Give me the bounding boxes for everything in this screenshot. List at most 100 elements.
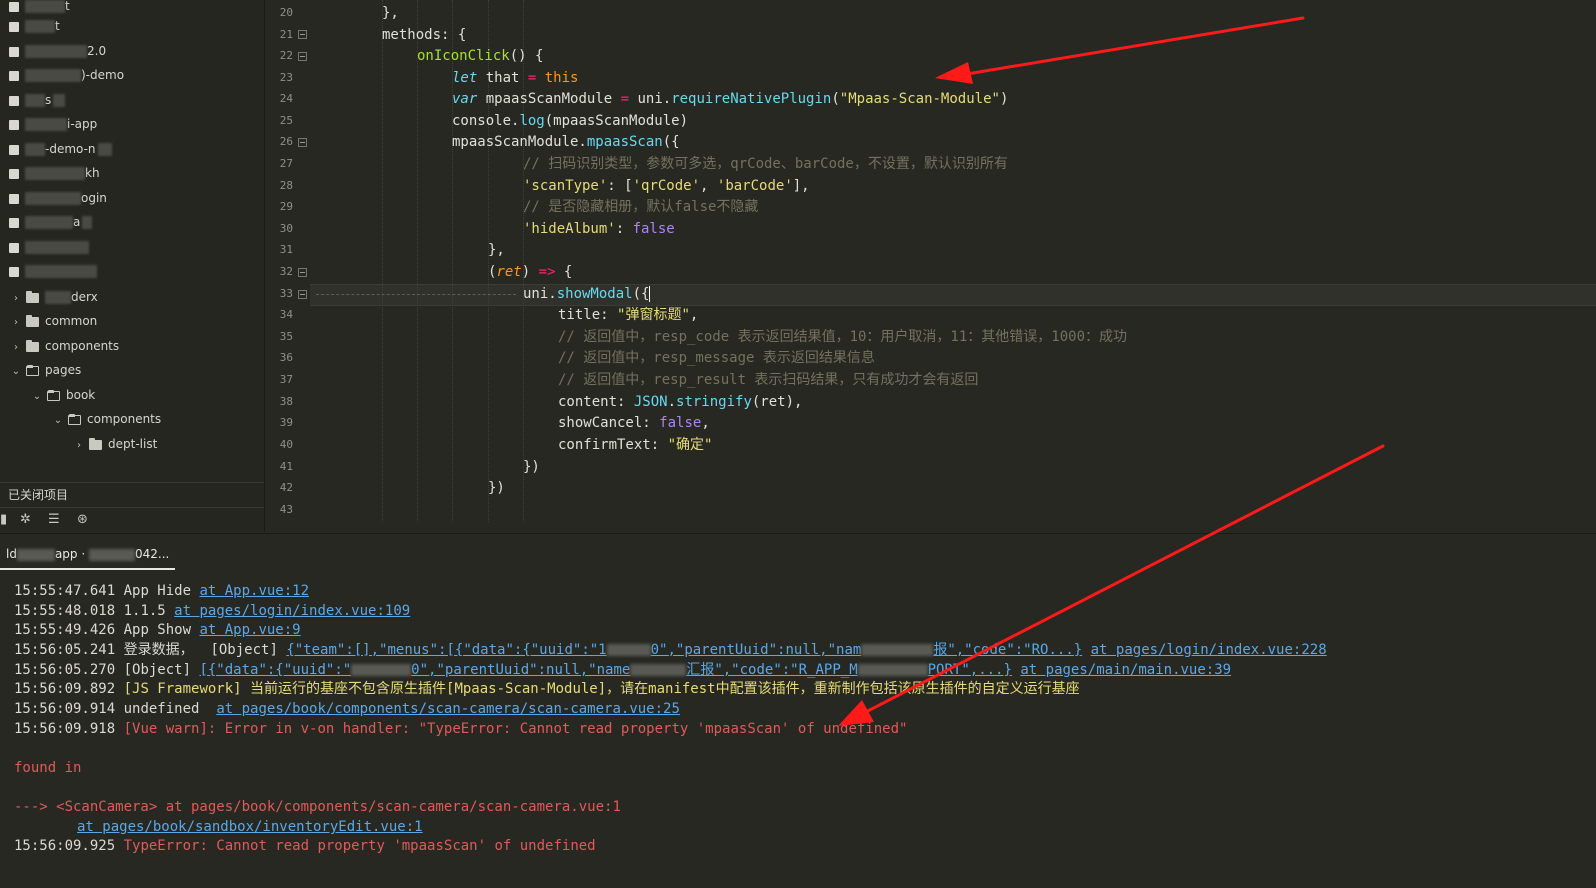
tree-folder-common[interactable]: › common xyxy=(10,311,97,331)
log-source-link[interactable]: at App.vue:12 xyxy=(199,583,309,599)
project-item-label: )-demo xyxy=(81,68,125,82)
log-object-link[interactable]: 汇报","code":"R xyxy=(686,662,807,678)
code-line: mpaasScanModule.mpaasScan({ xyxy=(452,134,680,150)
code-line: onIconClick() { xyxy=(417,48,544,64)
log-line: 15:55:47.641 App Hide at App.vue:12 xyxy=(14,583,310,599)
line-number: 24 xyxy=(279,92,293,105)
log-object-link[interactable]: PORT",...} xyxy=(928,662,1012,678)
log-source-link[interactable]: at App.vue:9 xyxy=(199,622,300,638)
caret-down-icon[interactable]: ⌄ xyxy=(52,411,64,431)
project-item[interactable]: ogin xyxy=(0,188,107,208)
project-item-label: t xyxy=(65,0,70,13)
log-source-link[interactable]: at pages/main/main.vue:39 xyxy=(1020,662,1231,678)
caret-right-icon[interactable]: › xyxy=(73,436,85,456)
console-panel: ld app · 042... 15:55:47.641 App Hide at … xyxy=(0,533,1596,888)
log-line-warning: 15:56:09.892 [JS Framework] 当前运行的基座不包含原生… xyxy=(14,681,1080,697)
project-icon xyxy=(9,193,19,204)
line-number: 37 xyxy=(279,373,293,386)
log-object-link[interactable]: 报","code":"RO...} xyxy=(933,642,1082,658)
code-line: content: JSON.stringify(ret), xyxy=(558,394,803,410)
tree-folder-dept-list[interactable]: › dept-list xyxy=(73,434,157,454)
caret-right-icon[interactable]: › xyxy=(10,338,22,358)
project-item[interactable]: t xyxy=(0,0,70,16)
code-line: 'scanType': ['qrCode', 'barCode'], xyxy=(523,178,810,194)
caret-right-icon[interactable]: › xyxy=(10,289,22,309)
line-number: 35 xyxy=(279,330,293,343)
project-item[interactable] xyxy=(0,237,89,257)
tree-folder-label: components xyxy=(45,339,120,353)
code-line: }, xyxy=(382,5,399,21)
code-comment: // 返回值中，resp_message 表示返回结果信息 xyxy=(558,350,875,366)
project-item[interactable]: t xyxy=(0,16,60,36)
fold-toggle-icon[interactable] xyxy=(298,138,307,147)
caret-right-icon[interactable]: › xyxy=(10,313,22,333)
tree-folder-label: components xyxy=(87,412,162,426)
log-object-link[interactable]: {"team":[],"menus":[{"data":{"uuid":"1 xyxy=(286,642,606,658)
project-icon xyxy=(9,266,19,277)
project-item[interactable]: kh xyxy=(0,163,100,183)
log-source-link[interactable]: at pages/book/sandbox/inventoryEdit.vue:… xyxy=(77,819,423,835)
project-icon xyxy=(9,1,19,12)
log-line: 15:55:48.018 1.1.5 at pages/login/index.… xyxy=(14,603,411,619)
tree-folder-components[interactable]: › components xyxy=(10,336,119,356)
project-icon xyxy=(9,21,19,32)
code-line-current[interactable]: uni.showModal({ xyxy=(523,283,651,305)
fold-toggle-icon[interactable] xyxy=(298,30,307,39)
caret-down-icon[interactable]: ⌄ xyxy=(10,362,22,382)
caret-down-icon[interactable]: ⌄ xyxy=(31,387,43,407)
tree-folder-book[interactable]: ⌄ book xyxy=(31,385,95,405)
log-source-link[interactable]: at pages/login/index.vue:109 xyxy=(174,603,410,619)
tree-folder-book-components[interactable]: ⌄ components xyxy=(52,409,161,429)
tree-folder-label: pages xyxy=(45,363,82,377)
code-editor[interactable]: 20 21 22 23 24 25 26 27 28 29 30 31 32 3… xyxy=(265,0,1596,532)
closed-projects-header[interactable]: 已关闭项目 xyxy=(0,482,264,506)
log-object-link[interactable]: _APP_M xyxy=(807,662,858,678)
log-line: 15:55:49.426 App Show at App.vue:9 xyxy=(14,622,301,638)
folder-icon xyxy=(26,290,39,303)
log-line-error: 15:56:09.918 [Vue warn]: Error in v-on h… xyxy=(14,721,908,737)
folder-open-icon xyxy=(68,413,81,425)
project-item[interactable]: 2.0 xyxy=(0,41,106,61)
line-number-gutter: 20 21 22 23 24 25 26 27 28 29 30 31 32 3… xyxy=(265,0,310,532)
console-tab[interactable]: ld app · 042... xyxy=(0,542,176,570)
line-number: 30 xyxy=(279,222,293,235)
log-line: 15:56:05.241 登录数据， [Object] {"team":[],"… xyxy=(14,642,1327,658)
folder-open-icon xyxy=(26,364,39,376)
search-log-icon[interactable]: ☰ xyxy=(48,513,60,527)
line-number: 38 xyxy=(279,395,293,408)
code-line: title: "弹窗标题", xyxy=(558,307,699,323)
project-item[interactable]: )-demo xyxy=(0,65,124,85)
fold-toggle-icon[interactable] xyxy=(298,52,307,61)
project-icon xyxy=(9,70,19,81)
project-item[interactable]: -demo-n xyxy=(0,139,112,159)
tree-folder[interactable]: › derx xyxy=(10,287,98,307)
project-item[interactable]: s xyxy=(0,90,66,110)
project-icon xyxy=(9,95,19,106)
code-comment: // 扫码识别类型，参数可多选，qrCode、barCode，不设置，默认识别所… xyxy=(523,156,1008,172)
project-icon xyxy=(9,144,19,155)
tree-folder-pages[interactable]: ⌄ pages xyxy=(10,360,81,380)
sidebar-toolbar: ▮ ✲ ☰ ⊛ xyxy=(0,507,264,533)
fold-toggle-icon[interactable] xyxy=(298,268,307,277)
code-line: }) xyxy=(488,480,505,496)
network-icon[interactable]: ⊛ xyxy=(77,513,88,527)
current-line-highlight xyxy=(310,284,1596,306)
log-line: 15:56:09.914 undefined at pages/book/com… xyxy=(14,701,680,717)
debug-bug-icon[interactable]: ✲ xyxy=(20,513,31,527)
code-line: confirmText: "确定" xyxy=(558,437,713,453)
log-object-link[interactable]: 0","parentUuid":null,"name xyxy=(411,662,630,678)
log-source-link[interactable]: at pages/book/components/scan-camera/sca… xyxy=(216,701,680,717)
log-object-link[interactable]: [{"data":{"uuid":" xyxy=(199,662,351,678)
line-number: 33 xyxy=(279,287,293,300)
project-item-label: kh xyxy=(85,166,100,180)
code-comment: // 返回值中，resp_result 表示扫码结果，只有成功才会有返回 xyxy=(558,372,979,388)
log-source-link[interactable]: at pages/login/index.vue:228 xyxy=(1091,642,1327,658)
fold-toggle-icon[interactable] xyxy=(298,290,307,299)
project-explorer: t t 2.0 )-demo s i-app -demo-n kh ogin a… xyxy=(0,0,265,532)
log-object-link[interactable]: 0","parentUuid":null,"nam xyxy=(651,642,862,658)
project-item[interactable]: a xyxy=(0,212,93,232)
project-icon xyxy=(9,217,19,228)
panel-icon[interactable]: ▮ xyxy=(0,513,7,527)
project-item[interactable]: i-app xyxy=(0,114,97,134)
project-item[interactable] xyxy=(0,261,97,281)
